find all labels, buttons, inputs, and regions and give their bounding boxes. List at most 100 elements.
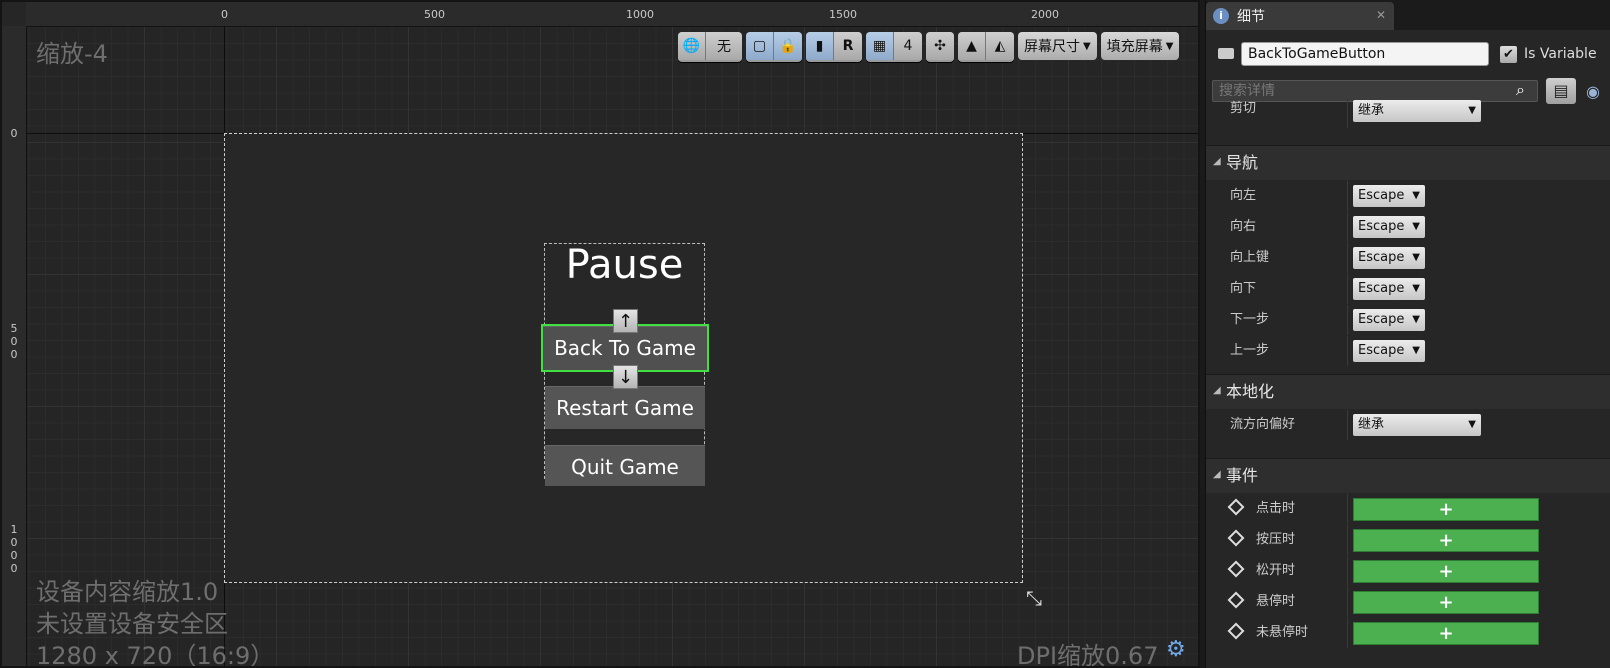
add-event-button[interactable]: + bbox=[1353, 591, 1539, 614]
grid-snap-group: ▦ 4 bbox=[866, 32, 922, 62]
prop-label: 流方向偏好 bbox=[1230, 417, 1296, 432]
details-tabbar: i 细节 ✕ bbox=[1206, 0, 1610, 30]
is-variable-checkbox[interactable]: ✔ bbox=[1500, 46, 1517, 63]
section-label: 事件 bbox=[1226, 466, 1259, 485]
nav-combo[interactable]: Escape ▼ bbox=[1353, 185, 1425, 207]
grid-snap-value: 4 bbox=[903, 38, 913, 54]
grid-snap-value-dropdown[interactable]: 4 bbox=[894, 32, 922, 60]
chevron-down-icon: ▼ bbox=[1412, 221, 1420, 232]
event-diamond-icon bbox=[1227, 498, 1245, 516]
event-diamond-icon bbox=[1227, 591, 1245, 609]
designer-toolbar: 🌐 无 ▢ 🔒 ▮ R ▦ 4 ✣ ▲ ◭ 屏幕尺寸 ▼ 填充屏幕 ▼ bbox=[678, 32, 1180, 62]
chevron-down-icon: ▼ bbox=[1468, 105, 1476, 116]
ruler-tick: 2000 bbox=[1031, 8, 1059, 21]
divider bbox=[1347, 243, 1348, 273]
chevron-down-icon: ▼ bbox=[1412, 283, 1420, 294]
prop-row-nav-previous: 上一步 Escape ▼ bbox=[1206, 336, 1610, 366]
flip-icon[interactable]: ◭ bbox=[986, 32, 1014, 60]
nav-combo[interactable]: Escape ▼ bbox=[1353, 247, 1425, 269]
resize-handle-icon[interactable]: ⤡ bbox=[1026, 586, 1042, 610]
chevron-down-icon: ▼ bbox=[1468, 419, 1476, 430]
search-icon: ⌕ bbox=[1516, 80, 1525, 99]
prop-label: 上一步 bbox=[1230, 343, 1270, 358]
screen-size-dropdown[interactable]: 屏幕尺寸 ▼ bbox=[1018, 32, 1097, 60]
clipping-combo[interactable]: 继承 ▼ bbox=[1353, 100, 1481, 122]
widget-name-input[interactable]: BackToGameButton bbox=[1241, 42, 1489, 66]
event-label: 按压时 bbox=[1256, 532, 1296, 547]
nav-up-arrow-icon[interactable]: ↑ bbox=[613, 309, 638, 333]
ruler-top: 0 500 1000 1500 2000 bbox=[26, 2, 1198, 27]
divider bbox=[1347, 556, 1348, 586]
collapse-arrow-icon: ◢ bbox=[1213, 156, 1221, 167]
chevron-down-icon: ▼ bbox=[1412, 314, 1420, 325]
combo-value: Escape bbox=[1358, 250, 1405, 265]
pause-title[interactable]: Pause bbox=[544, 242, 705, 288]
nav-combo[interactable]: Escape ▼ bbox=[1353, 278, 1425, 300]
section-label: 本地化 bbox=[1226, 382, 1275, 401]
nav-down-arrow-icon[interactable]: ↓ bbox=[613, 365, 638, 389]
prop-label: 向左 bbox=[1230, 188, 1257, 203]
ruler-tick: 1000 bbox=[626, 8, 654, 21]
image-group: ▲ ◭ bbox=[958, 32, 1014, 62]
respect-locks-group: ▮ R bbox=[806, 32, 862, 62]
resolution-info: 1280 x 720（16:9） bbox=[36, 642, 275, 668]
dpi-settings-gear-icon[interactable]: ⚙ bbox=[1166, 639, 1186, 661]
section-navigation[interactable]: ◢ 导航 bbox=[1206, 145, 1610, 180]
localization-preview-dropdown[interactable]: 无 bbox=[706, 32, 742, 60]
add-event-button[interactable]: + bbox=[1353, 560, 1539, 583]
quit-game-button[interactable]: Quit Game bbox=[545, 445, 705, 486]
collapse-arrow-icon: ◢ bbox=[1213, 469, 1221, 480]
globe-icon[interactable]: 🌐 bbox=[678, 32, 706, 60]
divider bbox=[1347, 305, 1348, 335]
grid-snap-icon[interactable]: ▦ bbox=[866, 32, 894, 60]
nav-combo[interactable]: Escape ▼ bbox=[1353, 309, 1425, 331]
tab-details-label: 细节 bbox=[1237, 9, 1265, 25]
screen-size-label: 屏幕尺寸 bbox=[1024, 39, 1080, 55]
event-row-on-hovered: 悬停时 + bbox=[1206, 587, 1610, 617]
add-event-button[interactable]: + bbox=[1353, 529, 1539, 552]
image-icon[interactable]: ▲ bbox=[958, 32, 986, 60]
nav-combo[interactable]: Escape ▼ bbox=[1353, 216, 1425, 238]
designer-viewport[interactable]: 0 500 1000 1500 2000 0 5 0 0 1 0 0 0 ⤡ 缩… bbox=[0, 0, 1200, 668]
event-row-on-pressed: 按压时 + bbox=[1206, 525, 1610, 555]
combo-value: Escape bbox=[1358, 343, 1405, 358]
close-icon[interactable]: ✕ bbox=[1376, 8, 1386, 22]
prop-row-flow-direction: 流方向偏好 继承 ▼ bbox=[1206, 410, 1610, 440]
chevron-down-icon: ▼ bbox=[1412, 190, 1420, 201]
section-label: 导航 bbox=[1226, 153, 1259, 172]
flow-direction-combo[interactable]: 继承 ▼ bbox=[1353, 414, 1481, 436]
prop-label: 下一步 bbox=[1230, 312, 1270, 327]
zoom-label: 缩放-4 bbox=[36, 40, 108, 68]
r-toggle-button[interactable]: R bbox=[834, 32, 862, 60]
divider bbox=[1347, 336, 1348, 366]
tab-details[interactable]: i 细节 ✕ bbox=[1206, 2, 1394, 30]
section-localization[interactable]: ◢ 本地化 bbox=[1206, 374, 1610, 409]
outline-group: ▢ 🔒 bbox=[746, 32, 802, 62]
r-label: R bbox=[842, 38, 854, 54]
chevron-down-icon: ▼ bbox=[1083, 40, 1091, 52]
event-diamond-icon bbox=[1227, 560, 1245, 578]
dashed-outline-icon[interactable]: ▢ bbox=[746, 32, 774, 60]
fill-screen-label: 填充屏幕 bbox=[1106, 39, 1163, 55]
ruler-tick: 1 0 0 0 bbox=[10, 523, 18, 575]
nav-combo[interactable]: Escape ▼ bbox=[1353, 340, 1425, 362]
prop-label: 剪切 bbox=[1230, 101, 1257, 116]
restart-game-button[interactable]: Restart Game bbox=[545, 386, 705, 429]
chevron-down-icon: ▼ bbox=[1165, 40, 1174, 52]
prop-row-nav-left: 向左 Escape ▼ bbox=[1206, 181, 1610, 211]
info-icon: i bbox=[1213, 8, 1229, 24]
prop-row-nav-right: 向右 Escape ▼ bbox=[1206, 212, 1610, 242]
fill-screen-dropdown[interactable]: 填充屏幕 ▼ bbox=[1100, 32, 1180, 60]
localization-group: 🌐 无 bbox=[678, 32, 742, 62]
add-event-button[interactable]: + bbox=[1353, 498, 1539, 521]
event-row-on-clicked: 点击时 + bbox=[1206, 494, 1610, 524]
move-icon[interactable]: ✣ bbox=[926, 32, 954, 60]
lock-icon[interactable]: 🔒 bbox=[774, 32, 802, 60]
event-label: 未悬停时 bbox=[1256, 625, 1309, 640]
add-event-button[interactable]: + bbox=[1353, 622, 1539, 645]
dpi-scale-label: DPI缩放0.67 bbox=[1017, 642, 1159, 668]
combo-value: 继承 bbox=[1358, 103, 1385, 118]
layout-toggle-icon[interactable]: ▮ bbox=[806, 32, 834, 60]
chevron-down-icon: ▼ bbox=[1412, 345, 1420, 356]
section-events[interactable]: ◢ 事件 bbox=[1206, 458, 1610, 493]
